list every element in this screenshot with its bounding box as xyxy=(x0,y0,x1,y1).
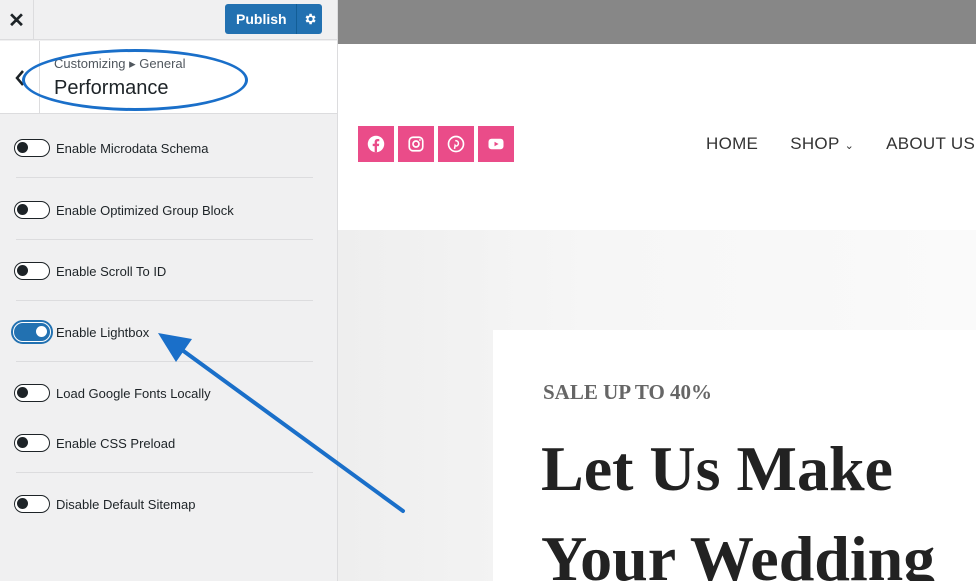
toggle-switch[interactable] xyxy=(14,384,50,402)
nav-item-shop[interactable]: SHOP ⌄ xyxy=(790,134,854,154)
nav-label: SHOP xyxy=(790,134,840,153)
annotation-highlight-ellipse xyxy=(22,49,248,111)
toggle-knob xyxy=(17,265,28,276)
toggle-knob xyxy=(17,142,28,153)
nav-item-about-us[interactable]: ABOUT US xyxy=(886,134,975,154)
control-optimized-group-block: Enable Optimized Group Block xyxy=(0,180,337,240)
divider xyxy=(16,177,313,178)
section-header: Customizing ▸ General Performance xyxy=(0,41,337,114)
control-scroll-to-id: Enable Scroll To ID xyxy=(0,241,337,301)
control-label: Enable CSS Preload xyxy=(56,436,176,451)
customizer-topbar: ✕ Publish xyxy=(0,0,337,40)
publish-button[interactable]: Publish xyxy=(225,11,296,27)
divider xyxy=(16,361,313,362)
toggle-knob xyxy=(17,387,28,398)
social-links xyxy=(358,126,514,162)
close-button[interactable]: ✕ xyxy=(0,0,34,40)
pinterest-icon xyxy=(447,135,465,153)
youtube-icon xyxy=(488,138,504,150)
control-label: Enable Optimized Group Block xyxy=(56,203,234,218)
control-default-sitemap: Disable Default Sitemap xyxy=(0,474,337,534)
hero-heading: Let Us Make Your Wedding xyxy=(541,424,976,581)
nav-item-home[interactable]: HOME xyxy=(706,134,758,154)
toggle-switch[interactable] xyxy=(14,201,50,219)
toggle-switch[interactable] xyxy=(14,434,50,452)
hero-heading-line-1: Let Us Make xyxy=(541,433,893,504)
site-header: HOME SHOP ⌄ ABOUT US xyxy=(338,44,976,230)
publish-button-group: Publish xyxy=(225,4,322,34)
control-label: Disable Default Sitemap xyxy=(56,497,196,512)
toggle-switch[interactable] xyxy=(14,262,50,280)
sale-text: SALE UP TO 40% xyxy=(543,380,713,404)
main-navigation: HOME SHOP ⌄ ABOUT US xyxy=(706,134,976,154)
divider xyxy=(16,239,313,240)
toggle-knob xyxy=(17,437,28,448)
customizer-sidebar: ✕ Publish Customizing ▸ General Performa… xyxy=(0,0,338,581)
control-label: Enable Scroll To ID xyxy=(56,264,167,279)
divider xyxy=(16,300,313,301)
control-lightbox: Enable Lightbox xyxy=(0,302,337,362)
instagram-icon xyxy=(408,136,424,152)
control-label: Load Google Fonts Locally xyxy=(56,386,211,401)
chevron-down-icon: ⌄ xyxy=(844,140,855,152)
divider xyxy=(16,472,313,473)
close-icon: ✕ xyxy=(8,9,25,32)
hero-card: SALE UP TO 40% Let Us Make Your Wedding xyxy=(493,330,976,581)
toggle-switch[interactable] xyxy=(14,323,50,341)
site-preview: HOME SHOP ⌄ ABOUT US SALE UP TO 40% Let U… xyxy=(338,0,976,581)
nav-label: ABOUT US xyxy=(886,134,976,153)
hero-heading-line-2: Your Wedding xyxy=(541,523,936,581)
nav-label: HOME xyxy=(706,134,759,153)
gear-icon xyxy=(305,13,316,25)
pinterest-link[interactable] xyxy=(438,126,474,162)
control-microdata-schema: Enable Microdata Schema xyxy=(0,118,337,178)
toggle-switch[interactable] xyxy=(14,495,50,513)
toggle-switch[interactable] xyxy=(14,139,50,157)
control-label: Enable Lightbox xyxy=(56,325,150,340)
toggle-knob xyxy=(17,498,28,509)
facebook-link[interactable] xyxy=(358,126,394,162)
youtube-link[interactable] xyxy=(478,126,514,162)
control-css-preload: Enable CSS Preload xyxy=(0,413,337,473)
hero-section: SALE UP TO 40% Let Us Make Your Wedding xyxy=(338,230,976,581)
toggle-knob xyxy=(17,204,28,215)
facebook-icon xyxy=(367,135,385,153)
admin-bar xyxy=(338,0,976,44)
toggle-knob xyxy=(36,326,47,337)
control-label: Enable Microdata Schema xyxy=(56,141,209,156)
instagram-link[interactable] xyxy=(398,126,434,162)
publish-settings-button[interactable] xyxy=(297,12,322,26)
